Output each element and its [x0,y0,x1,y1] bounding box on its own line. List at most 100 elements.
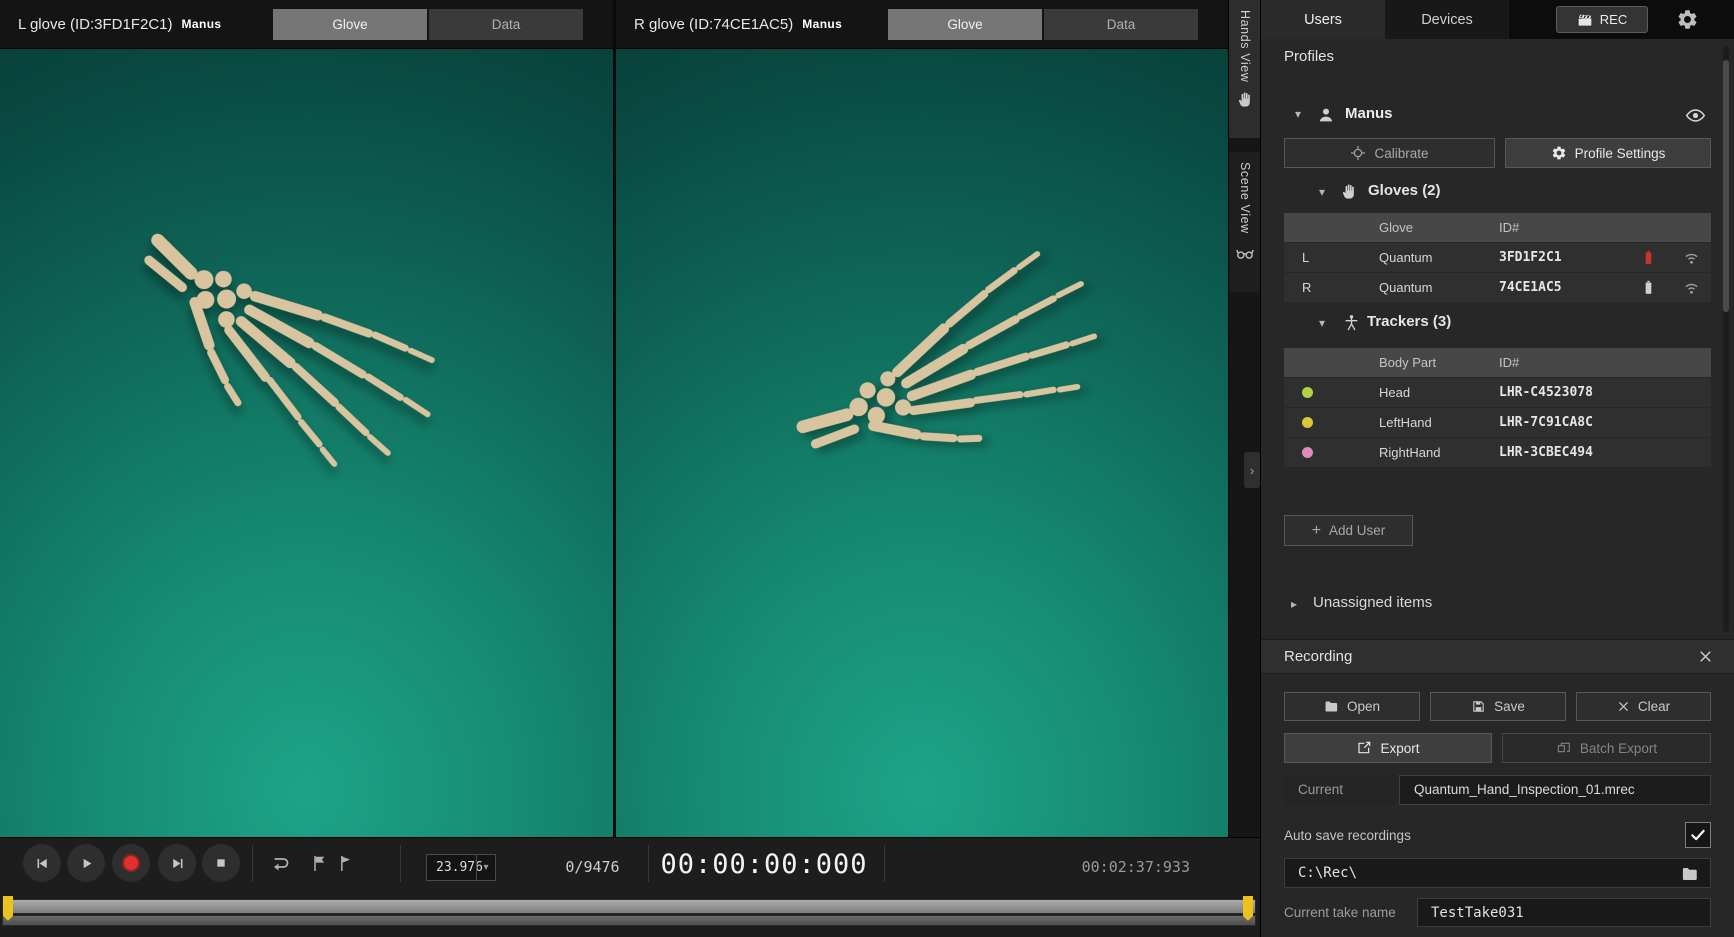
tracker-row-lefthand[interactable]: LeftHand LHR-7C91CA8C [1284,408,1711,437]
recording-section-header: Recording [1261,639,1734,674]
glove-hand-icon [1341,183,1358,200]
panel-expand-handle[interactable]: › [1244,452,1260,488]
tracker-row-righthand[interactable]: RightHand LHR-3CBEC494 [1284,438,1711,467]
batch-export-button[interactable]: Batch Export [1502,733,1711,763]
trackers-table: Body Part ID# Head LHR-C4523078 LeftHand… [1284,348,1711,468]
tracker-status-dot [1302,447,1313,458]
browse-folder-icon[interactable] [1681,865,1699,883]
export-button[interactable]: Export [1284,733,1492,763]
trackers-title: Trackers (3) [1367,313,1451,330]
battery-icon [1640,279,1657,296]
clear-label: Clear [1638,699,1670,714]
tab-devices[interactable]: Devices [1385,0,1509,39]
play-button[interactable] [67,844,105,882]
framerate-dropdown[interactable]: 23.976 ▾ [426,854,496,881]
left-tab-glove[interactable]: Glove [273,9,427,40]
right-glove-viewport: R glove (ID:74CE1AC5) Manus Glove Data [616,0,1228,837]
check-icon [1689,826,1707,844]
rec-label: REC [1600,12,1627,27]
tracker-id: LHR-3CBEC494 [1499,438,1593,467]
loop-playback-icon[interactable] [268,851,292,875]
user-icon [1317,106,1335,124]
right-tab-glove[interactable]: Glove [888,9,1042,40]
recording-title: Recording [1284,648,1352,665]
calibrate-button[interactable]: Calibrate [1284,138,1495,168]
autosave-label: Auto save recordings [1284,828,1411,843]
gloves-table: Glove ID# L Quantum 3FD1F2C1 R Quantum 7… [1284,213,1711,303]
glove-row-right[interactable]: R Quantum 74CE1AC5 [1284,273,1711,302]
step-back-button[interactable] [23,844,61,882]
transport-divider [884,845,885,882]
timeline-track[interactable] [2,915,1256,926]
left-glove-viewport: L glove (ID:3FD1F2C1) Manus Glove Data [0,0,613,837]
tracker-id: LHR-C4523078 [1499,378,1593,407]
visibility-eye-icon[interactable] [1685,105,1706,126]
glove-id: 3FD1F2C1 [1499,243,1562,272]
right-viewport-header: R glove (ID:74CE1AC5) Manus Glove Data [616,0,1228,49]
tracker-row-head[interactable]: Head LHR-C4523078 [1284,378,1711,407]
batch-export-label: Batch Export [1580,741,1657,756]
play-icon [78,855,95,872]
transport-divider [400,845,401,882]
right-viewport-tabs: Glove Data [888,9,1198,40]
glove-side: R [1302,273,1311,302]
take-name-input[interactable] [1417,898,1711,927]
stop-icon [213,855,229,871]
rec-button[interactable]: REC [1556,6,1648,33]
autosave-checkbox[interactable] [1685,822,1711,848]
open-recording-button[interactable]: Open [1284,692,1420,721]
left-viewport-tabs: Glove Data [273,9,583,40]
tab-scene-view[interactable]: Scene View [1229,152,1261,292]
clear-recording-button[interactable]: Clear [1576,692,1711,721]
plus-icon: + [1312,522,1321,540]
save-recording-button[interactable]: Save [1430,692,1566,721]
glove-id: 74CE1AC5 [1499,273,1562,302]
caret-down-icon[interactable]: ▾ [1319,316,1325,330]
caret-down-icon[interactable]: ▾ [1295,107,1301,121]
record-button[interactable] [112,844,150,882]
col-id: ID# [1499,348,1519,377]
right-tab-data[interactable]: Data [1044,9,1198,40]
user-name: Manus [1345,105,1393,122]
right-3d-view[interactable] [616,49,1228,837]
tracker-id: LHR-7C91CA8C [1499,408,1593,437]
caret-down-icon[interactable]: ▾ [1319,185,1325,199]
left-3d-view[interactable] [0,49,613,837]
signal-icon [1682,248,1701,267]
current-recording-file: Quantum_Hand_Inspection_01.mrec [1399,775,1711,805]
tab-users[interactable]: Users [1261,0,1385,39]
marker-pennant-icon[interactable] [336,853,356,873]
timecode-display: 00:00:00:000 [652,845,876,885]
calibrate-label: Calibrate [1374,146,1428,161]
left-hand-skeleton [78,136,532,561]
trackers-section-header[interactable]: ▾ Trackers (3) [1261,311,1734,337]
manus-app-window: L glove (ID:3FD1F2C1) Manus Glove Data R… [0,0,1734,937]
recording-path-input[interactable] [1284,858,1711,888]
transport-divider [252,845,253,882]
current-recording-label: Current [1284,775,1399,805]
step-forward-button[interactable] [158,844,196,882]
scrollbar-thumb[interactable] [1723,60,1729,312]
profile-settings-button[interactable]: Profile Settings [1505,138,1711,168]
scene-view-label: Scene View [1238,162,1252,234]
timeline-zoom-bar[interactable] [2,899,1256,914]
panel-scrollbar[interactable] [1723,46,1729,632]
left-tab-data[interactable]: Data [429,9,583,40]
open-label: Open [1347,699,1380,714]
step-forward-icon [169,855,186,872]
stop-button[interactable] [202,844,240,882]
tab-hands-view[interactable]: Hands View [1229,0,1261,138]
glove-row-left[interactable]: L Quantum 3FD1F2C1 [1284,243,1711,272]
hands-view-label: Hands View [1238,10,1252,82]
tracker-part: RightHand [1379,438,1440,467]
profile-settings-label: Profile Settings [1575,146,1666,161]
framerate-value: 23.976 [427,860,483,875]
add-user-button[interactable]: + Add User [1284,515,1413,546]
unassigned-items-section[interactable]: ▸ Unassigned items [1261,592,1734,618]
gloves-section-header[interactable]: ▾ Gloves (2) [1261,180,1734,206]
left-viewport-header: L glove (ID:3FD1F2C1) Manus Glove Data [0,0,613,49]
marker-flag-icon[interactable] [310,853,330,873]
user-row-manus[interactable]: ▾ Manus [1261,100,1734,130]
settings-gear-icon[interactable] [1676,8,1699,31]
close-icon[interactable] [1698,649,1713,664]
